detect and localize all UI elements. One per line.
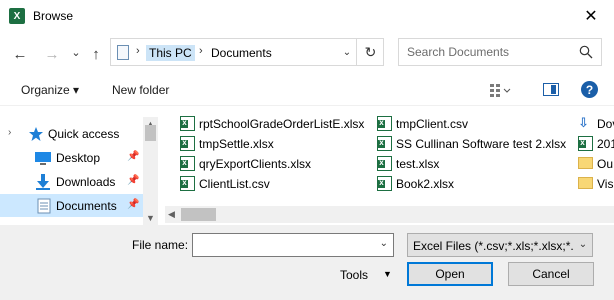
download-folder-icon: ⇩ (578, 115, 589, 130)
desktop-icon (35, 152, 51, 165)
folder-icon (578, 177, 593, 189)
address-dropdown-icon[interactable]: ⌄ (337, 45, 357, 61)
download-icon (36, 174, 50, 190)
file-label: Vis (597, 177, 614, 191)
file-label: test.xlsx (396, 157, 440, 171)
new-folder-button[interactable]: New folder (112, 83, 169, 97)
nav-label: Desktop (56, 151, 101, 165)
change-view-icon[interactable] (489, 82, 511, 98)
excel-file-icon (180, 116, 195, 131)
help-icon[interactable]: ? (581, 81, 598, 98)
cancel-button[interactable]: Cancel (508, 262, 594, 286)
back-button[interactable]: ← (10, 44, 30, 64)
dialog-footer: File name: ⌄ Excel Files (*.csv;*.xls;*.… (0, 225, 614, 300)
file-label: Book2.xlsx (396, 177, 455, 191)
breadcrumb-this-pc[interactable]: This PC (146, 45, 195, 61)
excel-app-icon: X (9, 8, 25, 24)
recent-locations-button[interactable]: ⌄ (66, 42, 86, 62)
close-button[interactable]: ✕ (568, 0, 614, 32)
excel-file-icon (180, 136, 195, 151)
file-type-value: Excel Files (*.csv;*.xls;*.xlsx;*.xlsm) (413, 239, 593, 253)
window-title: Browse (33, 9, 74, 23)
documents-location-icon (117, 45, 129, 60)
documents-icon (37, 198, 51, 214)
scroll-down-icon[interactable]: ▼ (146, 213, 155, 223)
address-separator[interactable]: › (199, 45, 203, 57)
open-button[interactable]: Open (407, 262, 493, 286)
scrollbar-thumb[interactable] (181, 208, 216, 221)
nav-item-desktop[interactable]: Desktop 📌 (0, 146, 143, 169)
breadcrumb-documents[interactable]: Documents (211, 45, 272, 61)
file-name-input[interactable] (197, 238, 367, 252)
file-name-label: File name: (132, 238, 189, 252)
file-type-select[interactable]: Excel Files (*.csv;*.xls;*.xlsx;*.xlsm) … (407, 233, 593, 257)
expand-icon[interactable]: › (8, 127, 11, 138)
up-button[interactable]: ↑ (86, 44, 106, 64)
address-bar-row: ← → ⌄ ↑ › This PC › Documents ⌄ ↻ (0, 32, 614, 74)
excel-file-icon (377, 136, 392, 151)
address-separator[interactable]: › (136, 45, 140, 57)
title-bar: X Browse ✕ (0, 0, 614, 32)
scroll-left-icon[interactable]: ◀ (168, 209, 175, 220)
nav-item-quick-access[interactable]: › Quick access (0, 122, 143, 145)
file-list-scrollbar[interactable]: ◀ (165, 206, 614, 223)
file-label: rptSchoolGradeOrderListE.xlsx (199, 117, 365, 131)
file-label: tmpClient.csv (396, 117, 469, 131)
preview-pane-icon[interactable] (543, 83, 559, 96)
chevron-down-icon[interactable]: ⌄ (574, 234, 592, 256)
scrollbar-thumb[interactable] (145, 125, 156, 141)
file-label: ClientList.csv (199, 177, 270, 191)
pin-icon[interactable]: 📌 (127, 175, 139, 186)
search-box[interactable] (398, 38, 602, 66)
folder-icon (578, 157, 593, 169)
command-bar: Organize ▾ New folder ? (0, 74, 614, 106)
search-input[interactable] (407, 45, 567, 59)
nav-item-documents[interactable]: Documents 📌 (0, 194, 143, 217)
search-icon[interactable] (579, 45, 593, 59)
nav-pane-scrollbar[interactable]: ▲ ▼ (143, 117, 158, 225)
file-label: tmpSettle.xlsx (199, 137, 274, 151)
file-label: 201 (597, 137, 614, 151)
excel-file-icon (578, 136, 593, 151)
file-label: SS Cullinan Software test 2.xlsx (396, 137, 567, 151)
pin-icon[interactable]: 📌 (127, 151, 139, 162)
nav-label: Documents (56, 199, 117, 213)
nav-label: Quick access (48, 127, 120, 141)
refresh-button[interactable]: ↻ (356, 39, 384, 65)
tools-button[interactable]: Tools (340, 268, 368, 282)
file-name-combobox[interactable]: ⌄ (192, 233, 394, 257)
nav-item-downloads[interactable]: Downloads 📌 (0, 170, 143, 193)
address-box[interactable]: › This PC › Documents ⌄ ↻ (110, 38, 384, 66)
caret-down-icon[interactable]: ▼ (383, 269, 392, 279)
organize-button[interactable]: Organize ▾ (21, 83, 79, 97)
file-label: Ou (597, 157, 614, 171)
navigation-pane: › Quick access Desktop 📌 Downloads 📌 Doc… (0, 117, 158, 225)
forward-button[interactable]: → (42, 44, 62, 64)
file-label: Dov (597, 117, 614, 131)
file-label: qryExportClients.xlsx (199, 157, 312, 171)
excel-file-icon (377, 156, 392, 171)
csv-file-icon (377, 116, 392, 131)
excel-file-icon (377, 176, 392, 191)
csv-file-icon (180, 176, 195, 191)
pin-icon[interactable]: 📌 (127, 199, 139, 210)
nav-label: Downloads (56, 175, 116, 189)
star-icon (29, 127, 43, 141)
chevron-down-icon[interactable]: ⌄ (380, 238, 388, 249)
excel-file-icon (180, 156, 195, 171)
